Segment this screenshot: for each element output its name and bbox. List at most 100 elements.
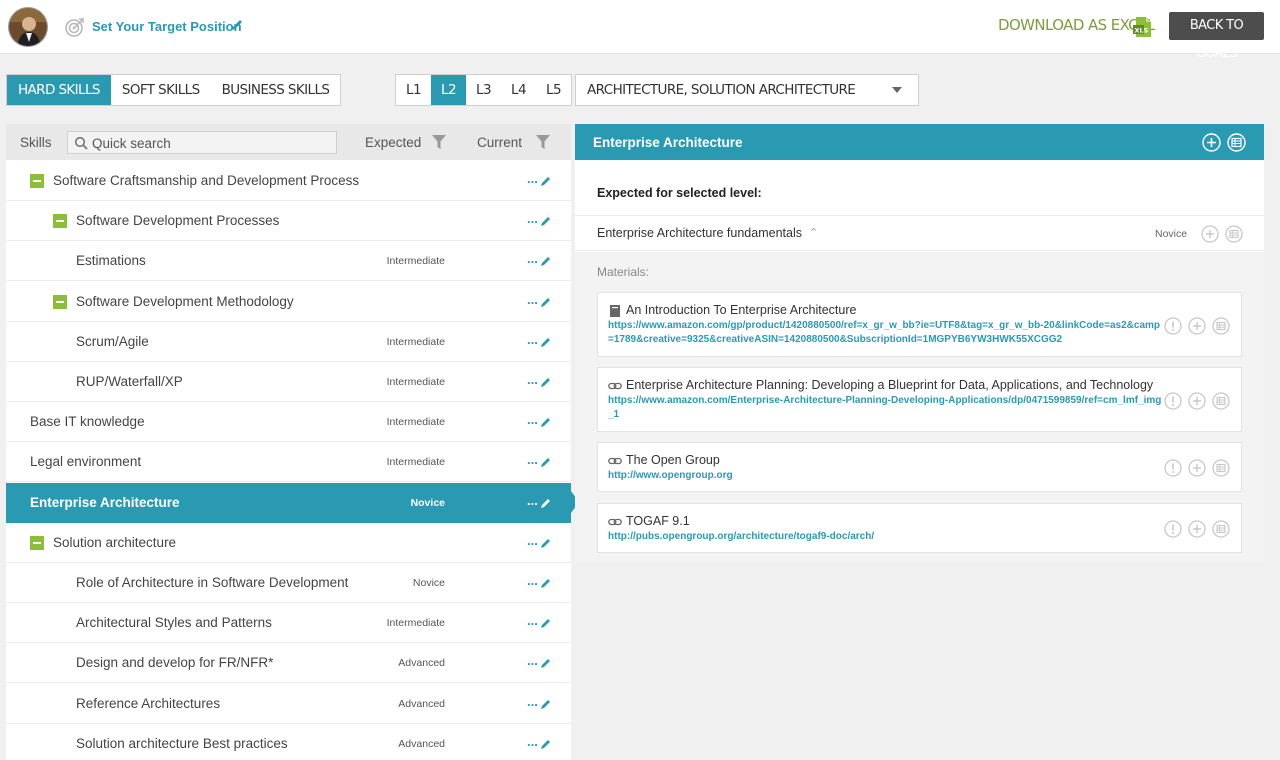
material-link[interactable]: https://www.amazon.com/gp/product/142088… — [608, 319, 1164, 347]
expected-column-header[interactable]: Expected — [365, 135, 421, 150]
more-options-button[interactable]: ... — [527, 412, 538, 427]
collapse-icon[interactable] — [53, 294, 67, 309]
more-options-button[interactable]: ... — [527, 292, 538, 307]
skill-row[interactable]: Scrum/Agile Intermediate... — [6, 321, 571, 362]
avatar[interactable] — [8, 7, 48, 47]
skill-row[interactable]: Solution architecture Best practices Adva… — [6, 723, 571, 760]
pencil-icon[interactable] — [540, 616, 552, 629]
more-options-button[interactable]: ... — [527, 171, 538, 186]
more-options-button[interactable]: ... — [527, 332, 538, 347]
pencil-icon[interactable] — [540, 496, 552, 508]
material-link[interactable]: http://pubs.opengroup.org/architecture/t… — [608, 530, 1164, 544]
more-options-button[interactable]: ... — [527, 251, 538, 266]
collapse-icon[interactable] — [30, 174, 44, 188]
skill-name: Scrum/Agile — [76, 333, 149, 349]
more-options-button[interactable]: ... — [527, 372, 538, 387]
quick-search-box[interactable] — [67, 131, 337, 154]
add-circle-icon[interactable] — [1188, 317, 1206, 335]
tab-level-5[interactable]: L5 — [536, 75, 571, 105]
more-options-button[interactable]: ... — [527, 211, 538, 226]
tab-level-3[interactable]: L3 — [466, 75, 501, 105]
back-to-goals-button[interactable]: BACK TO GOALS — [1169, 12, 1264, 61]
expected-level-label: Expected for selected level: — [597, 186, 762, 200]
chevron-up-icon[interactable]: ⌃ — [809, 226, 818, 239]
checklist-icon[interactable] — [1212, 459, 1230, 477]
more-options-button[interactable]: ... — [527, 452, 538, 467]
filter-icon[interactable] — [432, 135, 446, 149]
pencil-icon[interactable] — [540, 214, 552, 227]
more-options-button[interactable]: ... — [527, 734, 538, 749]
skill-row[interactable]: Role of Architecture in Software Develop… — [6, 563, 571, 603]
quick-search-input[interactable] — [92, 134, 332, 152]
add-circle-icon[interactable] — [1202, 133, 1221, 152]
search-icon — [74, 136, 88, 150]
excel-icon[interactable]: XLS — [1132, 16, 1154, 38]
pencil-icon[interactable] — [540, 335, 552, 347]
checklist-icon[interactable] — [1227, 133, 1246, 152]
skill-row[interactable]: Estimations Intermediate... — [6, 241, 571, 282]
add-circle-icon[interactable] — [1188, 459, 1206, 477]
pencil-icon[interactable] — [230, 18, 244, 32]
report-icon[interactable] — [1164, 520, 1182, 538]
pencil-icon[interactable] — [540, 697, 552, 709]
skill-row[interactable]: Software Craftsmanship and Development P… — [6, 161, 571, 201]
pencil-icon[interactable] — [540, 174, 552, 186]
checklist-icon[interactable] — [1225, 225, 1243, 243]
set-target-position-link[interactable]: Set Your Target Position — [92, 19, 242, 34]
material-actions — [1164, 459, 1236, 477]
more-options-button[interactable]: ... — [527, 694, 538, 709]
more-options-button[interactable]: ... — [527, 493, 538, 508]
collapse-icon[interactable] — [53, 214, 67, 229]
report-icon[interactable] — [1164, 392, 1182, 410]
more-options-button[interactable]: ... — [527, 653, 538, 668]
pencil-icon[interactable] — [540, 415, 552, 428]
material-link[interactable]: http://www.opengroup.org — [608, 469, 1164, 483]
pencil-icon[interactable] — [540, 656, 552, 669]
more-options-button[interactable]: ... — [527, 613, 538, 628]
add-circle-icon[interactable] — [1188, 520, 1206, 538]
pencil-icon[interactable] — [540, 375, 552, 387]
pencil-icon[interactable] — [540, 295, 552, 307]
more-options-button[interactable]: ... — [527, 533, 538, 548]
pencil-icon[interactable] — [540, 737, 552, 749]
skill-row[interactable]: Base IT knowledge Intermediate... — [6, 402, 571, 443]
skill-row[interactable]: Architectural Styles and Patterns Interme… — [6, 603, 571, 644]
collapse-icon[interactable] — [30, 535, 44, 550]
current-column-header[interactable]: Current — [477, 135, 522, 150]
tab-soft-skills[interactable]: SOFT SKILLS — [111, 75, 211, 105]
skill-row[interactable]: Legal environment Intermediate... — [6, 442, 571, 483]
pencil-icon[interactable] — [540, 254, 552, 267]
tab-level-4[interactable]: L4 — [501, 75, 536, 105]
add-circle-icon[interactable] — [1188, 392, 1206, 410]
skill-row[interactable]: Enterprise Architecture Novice... — [6, 482, 571, 523]
add-circle-icon[interactable] — [1201, 225, 1219, 243]
skill-row[interactable]: Solution architecture... — [6, 522, 571, 563]
report-icon[interactable] — [1164, 317, 1182, 335]
checklist-icon[interactable] — [1212, 520, 1230, 538]
pencil-icon[interactable] — [540, 455, 552, 468]
target-icon[interactable] — [64, 16, 86, 38]
pencil-icon[interactable] — [540, 536, 552, 548]
tab-level-2[interactable]: L2 — [431, 75, 466, 105]
skill-row[interactable]: RUP/Waterfall/XP Intermediate... — [6, 362, 571, 402]
skill-row[interactable]: Software Development Processes... — [6, 201, 571, 242]
filter-icon[interactable] — [536, 135, 550, 149]
report-icon[interactable] — [1164, 459, 1182, 477]
checklist-icon[interactable] — [1212, 317, 1230, 335]
material-link[interactable]: https://www.amazon.com/Enterprise-Archit… — [608, 394, 1164, 422]
pencil-icon[interactable] — [540, 576, 552, 588]
skill-row[interactable]: Design and develop for FR/NFR* Advanced..… — [6, 643, 571, 684]
tab-hard-skills[interactable]: HARD SKILLS — [7, 75, 111, 105]
area-select-value: ARCHITECTURE, SOLUTION ARCHITECTURE — [587, 82, 856, 98]
more-options-button[interactable]: ... — [527, 573, 538, 588]
tab-business-skills[interactable]: BUSINESS SKILLS — [211, 75, 341, 105]
checklist-icon[interactable] — [1212, 392, 1230, 410]
skill-expected-level: Intermediate — [386, 456, 445, 469]
skill-row[interactable]: Software Development Methodology... — [6, 281, 571, 322]
skills-table-header: Skills Expected Current — [6, 124, 571, 160]
tab-level-1[interactable]: L1 — [396, 75, 431, 105]
area-select[interactable]: ARCHITECTURE, SOLUTION ARCHITECTURE — [575, 74, 919, 106]
requirement-row[interactable]: Enterprise Architecture fundamentals ⌃ N… — [575, 215, 1264, 251]
skill-row[interactable]: Reference Architectures Advanced... — [6, 683, 571, 724]
skill-expected-level: Advanced — [398, 697, 445, 710]
